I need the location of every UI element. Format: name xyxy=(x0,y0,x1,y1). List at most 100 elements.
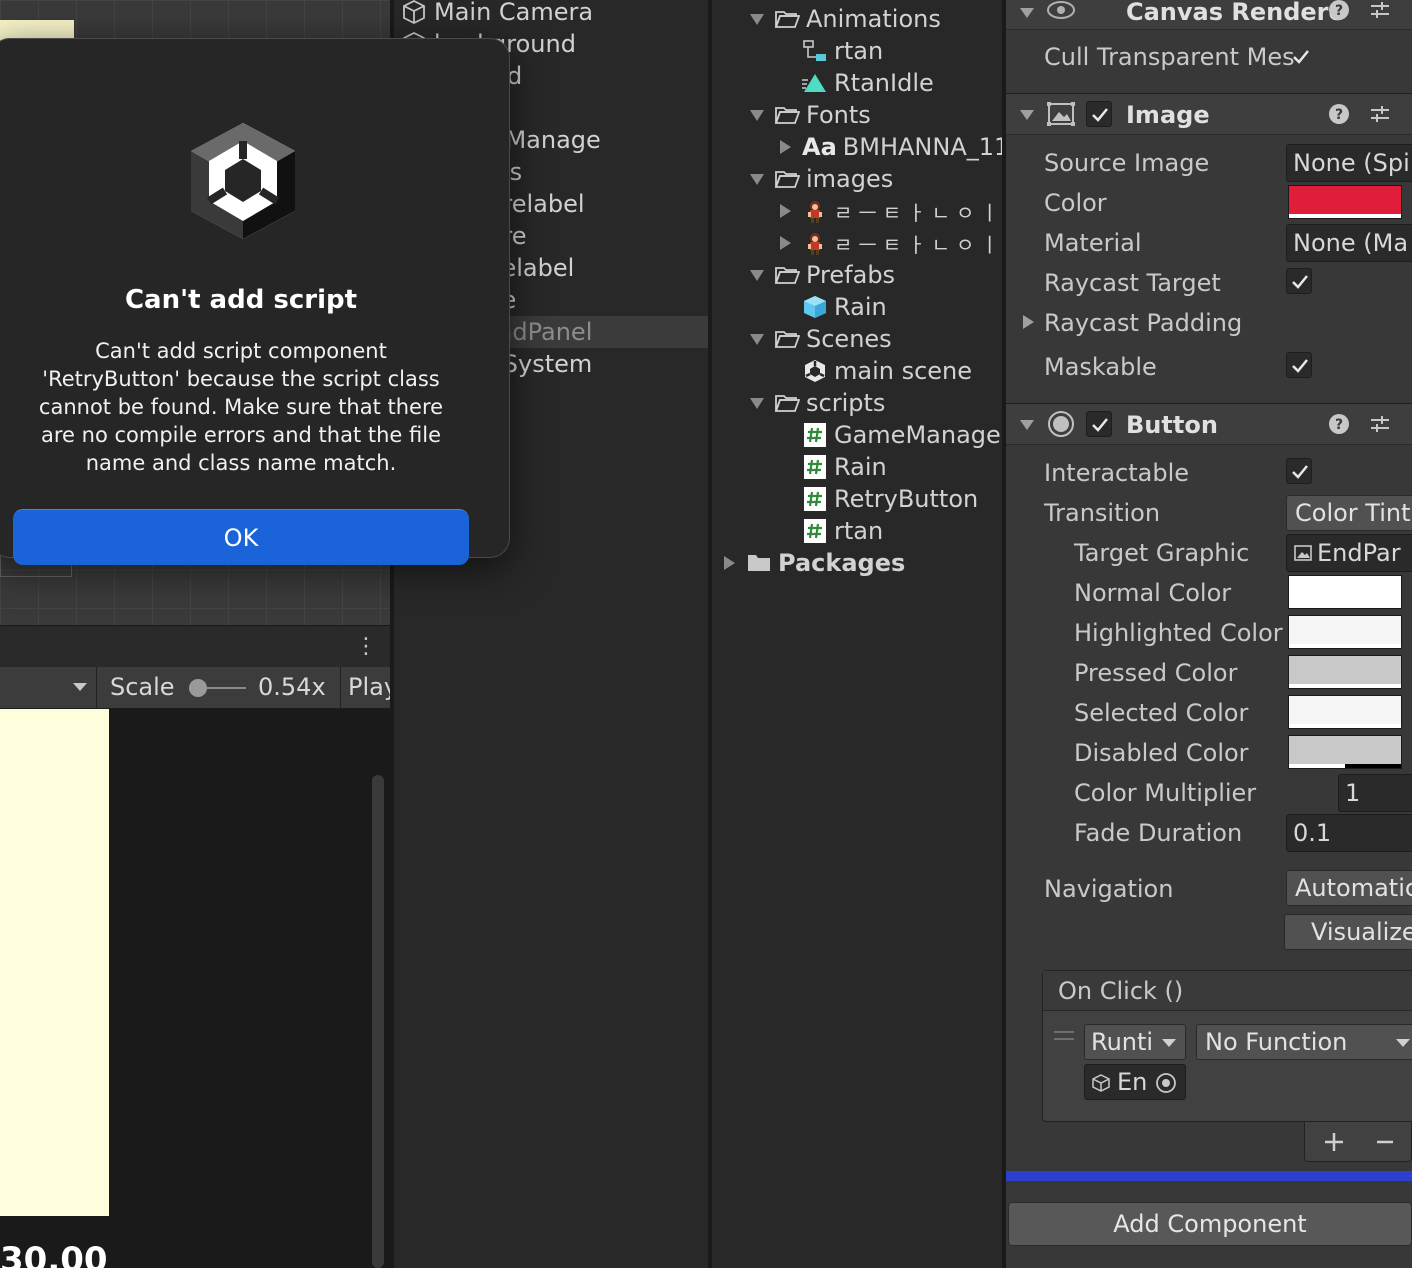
selected-color-label: Selected Color xyxy=(1074,699,1249,727)
project-item[interactable]: GameManager xyxy=(802,419,1002,451)
collapse-arrow-icon[interactable] xyxy=(748,266,766,284)
project-item-label: GameManager xyxy=(834,421,1002,449)
highlighted-color-swatch[interactable] xyxy=(1288,615,1402,649)
project-item[interactable]: Rain xyxy=(802,451,1002,483)
collapse-arrow-icon[interactable] xyxy=(748,106,766,124)
expand-arrow-icon[interactable] xyxy=(776,202,794,220)
target-graphic-field[interactable]: EndPar xyxy=(1286,534,1412,572)
source-image-field[interactable]: None (Spi xyxy=(1286,144,1412,182)
fold-arrow-icon[interactable] xyxy=(1018,4,1036,22)
visualize-button[interactable]: Visualize xyxy=(1284,914,1412,950)
pressed-color-swatch[interactable] xyxy=(1288,655,1402,689)
selected-color-swatch[interactable] xyxy=(1288,695,1402,729)
collapse-arrow-icon[interactable] xyxy=(748,170,766,188)
expand-arrow-icon[interactable] xyxy=(1020,313,1036,331)
drag-handle-icon[interactable] xyxy=(1054,1030,1074,1042)
disabled-color-swatch[interactable] xyxy=(1288,735,1402,769)
scale-slider[interactable] xyxy=(186,676,248,700)
material-field[interactable]: None (Ma xyxy=(1286,224,1412,262)
image-component-header[interactable]: Image ? xyxy=(1006,93,1412,135)
expand-arrow-icon[interactable] xyxy=(776,234,794,252)
drop-indicator-bar xyxy=(1006,1171,1412,1181)
project-item-label: Rain xyxy=(834,293,887,321)
project-item[interactable]: Animations xyxy=(748,3,1002,35)
fold-arrow-icon[interactable] xyxy=(1018,416,1036,434)
project-item[interactable]: Prefabs xyxy=(748,259,1002,291)
fade-duration-field[interactable]: 0.1 xyxy=(1286,814,1412,852)
button-component-title: Button xyxy=(1126,411,1218,439)
project-item[interactable]: main scene xyxy=(802,355,1002,387)
color-multiplier-field[interactable]: 1 xyxy=(1338,774,1412,812)
project-item-label: Fonts xyxy=(806,101,871,129)
dialog-title: Can't add script xyxy=(124,285,358,315)
help-icon[interactable]: ? xyxy=(1328,413,1350,435)
raycast-padding-label[interactable]: Raycast Padding xyxy=(1044,309,1242,337)
project-item[interactable]: ㄹㅡㅌㅏㄴㅇㅣ xyxy=(776,227,1002,259)
folder-open-icon xyxy=(774,6,800,32)
function-dropdown[interactable]: No Function xyxy=(1196,1024,1412,1060)
transition-dropdown[interactable]: Color Tint xyxy=(1286,495,1412,531)
preset-sliders-icon[interactable] xyxy=(1368,102,1392,126)
raycast-target-checkbox[interactable] xyxy=(1286,268,1312,294)
hierarchy-item[interactable]: Main Camera xyxy=(394,0,708,28)
csharp-script-icon xyxy=(802,486,828,512)
project-item[interactable]: Scenes xyxy=(748,323,1002,355)
game-background xyxy=(0,709,109,1216)
collapse-arrow-icon[interactable] xyxy=(748,394,766,412)
help-icon[interactable]: ? xyxy=(1328,103,1350,125)
runtime-dropdown[interactable]: Runti xyxy=(1084,1024,1186,1060)
normal-color-swatch[interactable] xyxy=(1288,575,1402,609)
add-component-button[interactable]: Add Component xyxy=(1008,1202,1412,1246)
project-item[interactable]: ㄹㅡㅌㅏㄴㅇㅣ xyxy=(776,195,1002,227)
button-component-header[interactable]: Button ? xyxy=(1006,403,1412,445)
play-focused-dropdown[interactable]: Play xyxy=(348,673,390,701)
chevron-down-icon[interactable] xyxy=(70,680,90,694)
interactable-checkbox[interactable] xyxy=(1286,458,1312,484)
project-item[interactable]: Packages xyxy=(720,547,1002,579)
collapse-arrow-icon[interactable] xyxy=(748,10,766,28)
help-icon[interactable]: ? xyxy=(1328,0,1350,21)
target-graphic-value: EndPar xyxy=(1317,539,1401,567)
maskable-checkbox[interactable] xyxy=(1286,352,1312,378)
material-label: Material xyxy=(1044,229,1142,257)
button-icon xyxy=(1048,411,1074,437)
plus-icon[interactable] xyxy=(1322,1130,1346,1154)
folder-open-icon xyxy=(774,262,800,288)
image-component-title: Image xyxy=(1126,101,1210,129)
preset-sliders-icon[interactable] xyxy=(1368,0,1392,22)
image-color-swatch[interactable] xyxy=(1288,185,1402,219)
maskable-label: Maskable xyxy=(1044,353,1157,381)
cull-transparent-checkbox[interactable] xyxy=(1288,44,1314,70)
collapse-arrow-icon[interactable] xyxy=(748,330,766,348)
project-item[interactable]: rtan xyxy=(802,35,1002,67)
canvas-renderer-header[interactable]: Canvas Rendere ? xyxy=(1006,0,1412,30)
project-item[interactable]: Rain xyxy=(802,291,1002,323)
ok-button[interactable]: OK xyxy=(13,509,469,565)
project-item[interactable]: scripts xyxy=(748,387,1002,419)
button-enabled-checkbox[interactable] xyxy=(1086,411,1112,437)
project-item[interactable]: images xyxy=(748,163,1002,195)
kebab-menu-icon[interactable]: ⋮ xyxy=(355,636,377,658)
fold-arrow-icon[interactable] xyxy=(1018,106,1036,124)
project-item[interactable]: rtan xyxy=(802,515,1002,547)
project-item-label: ㄹㅡㅌㅏㄴㅇㅣ xyxy=(834,200,1002,225)
minus-icon[interactable] xyxy=(1374,1130,1396,1154)
project-item-label: RtanIdle xyxy=(834,69,934,97)
game-view-scrollbar[interactable] xyxy=(372,775,384,1268)
expand-arrow-icon[interactable] xyxy=(720,554,738,572)
target-object-field[interactable]: En xyxy=(1084,1064,1186,1100)
svg-text:?: ? xyxy=(1335,417,1343,433)
expand-arrow-icon[interactable] xyxy=(776,138,794,156)
project-item[interactable]: AaBMHANNA_11y xyxy=(776,131,1002,163)
eye-icon xyxy=(1047,1,1075,19)
project-item[interactable]: RtanIdle xyxy=(802,67,1002,99)
object-picker-icon[interactable] xyxy=(1155,1072,1177,1094)
project-item[interactable]: RetryButton xyxy=(802,483,1002,515)
animator-controller-icon xyxy=(802,38,828,64)
project-item[interactable]: Fonts xyxy=(748,99,1002,131)
folder-open-icon xyxy=(774,166,800,192)
game-time-readout: 30.00 xyxy=(0,1240,108,1268)
navigation-dropdown[interactable]: Automatic xyxy=(1286,870,1412,906)
preset-sliders-icon[interactable] xyxy=(1368,412,1392,436)
image-enabled-checkbox[interactable] xyxy=(1086,101,1112,127)
